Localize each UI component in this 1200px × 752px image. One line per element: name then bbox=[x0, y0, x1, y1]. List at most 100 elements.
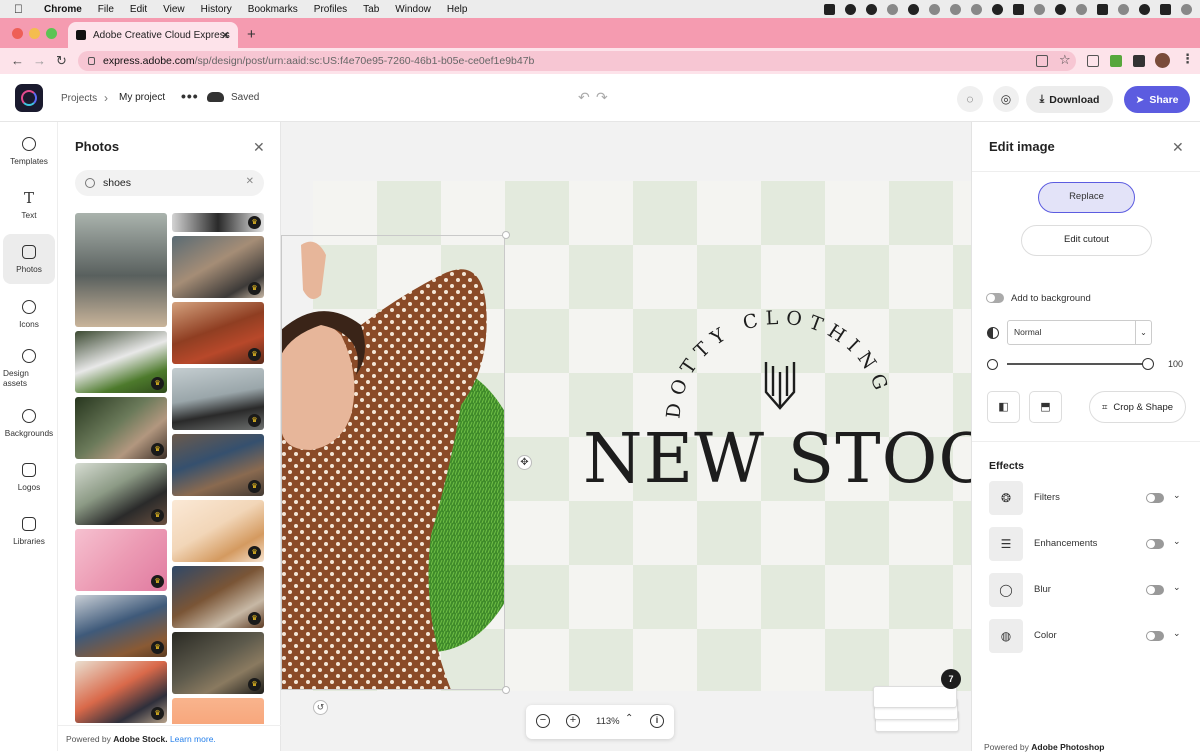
effect-toggle[interactable] bbox=[1146, 631, 1164, 641]
rotate-icon[interactable]: ↺ bbox=[313, 700, 328, 715]
download-button[interactable]: ⤓ Download bbox=[1026, 86, 1113, 113]
photo-thumbnail[interactable]: ♛ bbox=[75, 595, 167, 657]
bookmark-star-icon[interactable]: ☆ bbox=[1059, 52, 1071, 68]
chevron-up-icon[interactable]: ⌃ bbox=[625, 713, 633, 724]
chevron-down-icon[interactable]: ⌄ bbox=[1173, 490, 1181, 501]
apple-icon[interactable]:  bbox=[14, 2, 28, 16]
rail-item-design-assets[interactable]: Design assets bbox=[3, 343, 55, 393]
lightbulb-icon[interactable]: ◌ bbox=[957, 86, 983, 112]
install-icon[interactable] bbox=[1036, 55, 1048, 67]
spotlight-icon[interactable] bbox=[1139, 3, 1150, 15]
extensions-icon[interactable] bbox=[1133, 55, 1145, 67]
menu-bookmarks[interactable]: Bookmarks bbox=[248, 4, 298, 15]
flip-horizontal-button[interactable]: ◧ bbox=[987, 391, 1020, 423]
undo-icon[interactable]: ↶ bbox=[578, 89, 590, 106]
rail-item-libraries[interactable]: Libraries bbox=[3, 506, 55, 556]
clear-search-icon[interactable]: ✕ bbox=[246, 176, 254, 187]
globe-icon[interactable] bbox=[887, 3, 898, 15]
rail-item-logos[interactable]: Logos bbox=[3, 452, 55, 502]
breadcrumb-projects[interactable]: Projects bbox=[61, 93, 97, 104]
profile-avatar[interactable] bbox=[1155, 53, 1170, 68]
effect-toggle[interactable] bbox=[1146, 493, 1164, 503]
photo-thumbnail[interactable]: ♛ bbox=[75, 397, 167, 459]
window-minimize-button[interactable] bbox=[29, 28, 40, 39]
more-options-button[interactable]: ••• bbox=[181, 88, 199, 104]
flip-vertical-button[interactable]: ⬒ bbox=[1029, 391, 1062, 423]
photo-thumbnail[interactable]: ♛ bbox=[75, 529, 167, 591]
status-app-icon[interactable] bbox=[908, 3, 919, 15]
rail-item-backgrounds[interactable]: Backgrounds bbox=[3, 398, 55, 448]
status-app-icon[interactable] bbox=[929, 3, 940, 15]
menu-window[interactable]: Window bbox=[395, 4, 431, 15]
breadcrumb-current[interactable]: My project bbox=[119, 92, 165, 103]
rail-item-text[interactable]: T Text bbox=[3, 180, 55, 230]
rail-item-templates[interactable]: Templates bbox=[3, 126, 55, 176]
replace-button[interactable]: Replace bbox=[1038, 182, 1135, 213]
share-button[interactable]: ➤ Share bbox=[1124, 86, 1190, 113]
opacity-slider[interactable] bbox=[1007, 363, 1149, 365]
photo-thumbnail[interactable] bbox=[75, 213, 167, 327]
status-app-icon[interactable] bbox=[950, 3, 961, 15]
status-app-icon[interactable] bbox=[1034, 3, 1045, 15]
wifi-icon[interactable] bbox=[1118, 3, 1129, 15]
photo-thumbnail[interactable]: ♛ bbox=[75, 661, 167, 723]
chrome-menu-icon[interactable]: ⋮ bbox=[1181, 51, 1194, 67]
learn-more-link[interactable]: Learn more. bbox=[170, 734, 216, 744]
siri-icon[interactable] bbox=[1181, 3, 1192, 15]
menu-history[interactable]: History bbox=[201, 4, 232, 15]
status-app-icon[interactable] bbox=[866, 3, 877, 15]
chevron-down-icon[interactable]: ⌄ bbox=[1173, 536, 1181, 547]
status-app-icon[interactable] bbox=[1013, 3, 1024, 15]
rail-item-photos[interactable]: Photos bbox=[3, 234, 55, 284]
menu-file[interactable]: File bbox=[98, 4, 114, 15]
photo-thumbnail[interactable] bbox=[172, 698, 264, 724]
effect-row-blur[interactable]: ◯ Blur ⌄ bbox=[989, 573, 1189, 607]
headline-text[interactable]: NEW STOCK bbox=[583, 420, 971, 499]
new-tab-button[interactable]: + bbox=[247, 26, 256, 43]
photo-thumbnail[interactable]: ♛ bbox=[172, 434, 264, 496]
photo-thumbnail[interactable]: ♛ bbox=[172, 368, 264, 430]
search-input[interactable]: shoes ✕ bbox=[75, 170, 264, 196]
back-icon[interactable]: ← bbox=[11, 53, 24, 68]
zoom-in-icon[interactable]: + bbox=[566, 714, 580, 728]
record-icon[interactable] bbox=[824, 3, 835, 15]
brand-arc-text[interactable]: DOTTY CLOTHING bbox=[660, 304, 900, 424]
menu-tab[interactable]: Tab bbox=[363, 4, 379, 15]
photo-thumbnail[interactable]: ♛ bbox=[75, 463, 167, 525]
pages-thumbnail-stack[interactable] bbox=[873, 682, 959, 734]
invite-user-icon[interactable]: ◎ bbox=[993, 86, 1019, 112]
menu-profiles[interactable]: Profiles bbox=[314, 4, 347, 15]
resize-handle[interactable] bbox=[502, 231, 510, 239]
browser-tab[interactable]: Adobe Creative Cloud Express ✕ bbox=[68, 22, 238, 48]
photo-thumbnail[interactable]: ♛ bbox=[172, 236, 264, 298]
resize-handle[interactable] bbox=[502, 686, 510, 694]
chevron-down-icon[interactable]: ⌄ bbox=[1173, 582, 1181, 593]
address-bar[interactable]: express.adobe.com/sp/design/post/urn:aai… bbox=[78, 51, 1076, 71]
tab-close-icon[interactable]: ✕ bbox=[221, 29, 230, 42]
photo-thumbnail[interactable]: ♛ bbox=[172, 213, 264, 232]
close-icon[interactable]: ✕ bbox=[253, 139, 265, 156]
opacity-value[interactable]: 100 bbox=[1168, 359, 1183, 369]
rail-item-icons[interactable]: Icons bbox=[3, 289, 55, 339]
control-center-icon[interactable] bbox=[1160, 3, 1171, 15]
status-app-icon[interactable] bbox=[992, 3, 1003, 15]
adobe-express-logo[interactable] bbox=[15, 84, 43, 112]
window-close-button[interactable] bbox=[12, 28, 23, 39]
opacity-slider-handle[interactable] bbox=[1142, 358, 1154, 370]
cloud-icon[interactable] bbox=[971, 3, 982, 15]
photo-thumbnail[interactable]: ♛ bbox=[172, 302, 264, 364]
menu-help[interactable]: Help bbox=[447, 4, 468, 15]
photo-thumbnail[interactable]: ♛ bbox=[172, 566, 264, 628]
zoom-level[interactable]: 113% bbox=[596, 716, 620, 727]
photo-thumbnail[interactable]: ♛ bbox=[75, 331, 167, 393]
battery-icon[interactable] bbox=[1097, 3, 1108, 15]
effect-row-enhancements[interactable]: ☰ Enhancements ⌄ bbox=[989, 527, 1189, 561]
forward-icon[interactable]: → bbox=[33, 53, 46, 68]
menu-chrome[interactable]: Chrome bbox=[44, 4, 82, 15]
screenshot-icon[interactable] bbox=[1087, 55, 1099, 67]
blend-mode-select[interactable]: Normal ⌄ bbox=[1007, 320, 1152, 345]
add-to-background-toggle[interactable] bbox=[986, 293, 1004, 303]
zoom-out-icon[interactable]: − bbox=[536, 714, 550, 728]
effect-row-filters[interactable]: ❂ Filters ⌄ bbox=[989, 481, 1189, 515]
menu-view[interactable]: View bbox=[163, 4, 185, 15]
